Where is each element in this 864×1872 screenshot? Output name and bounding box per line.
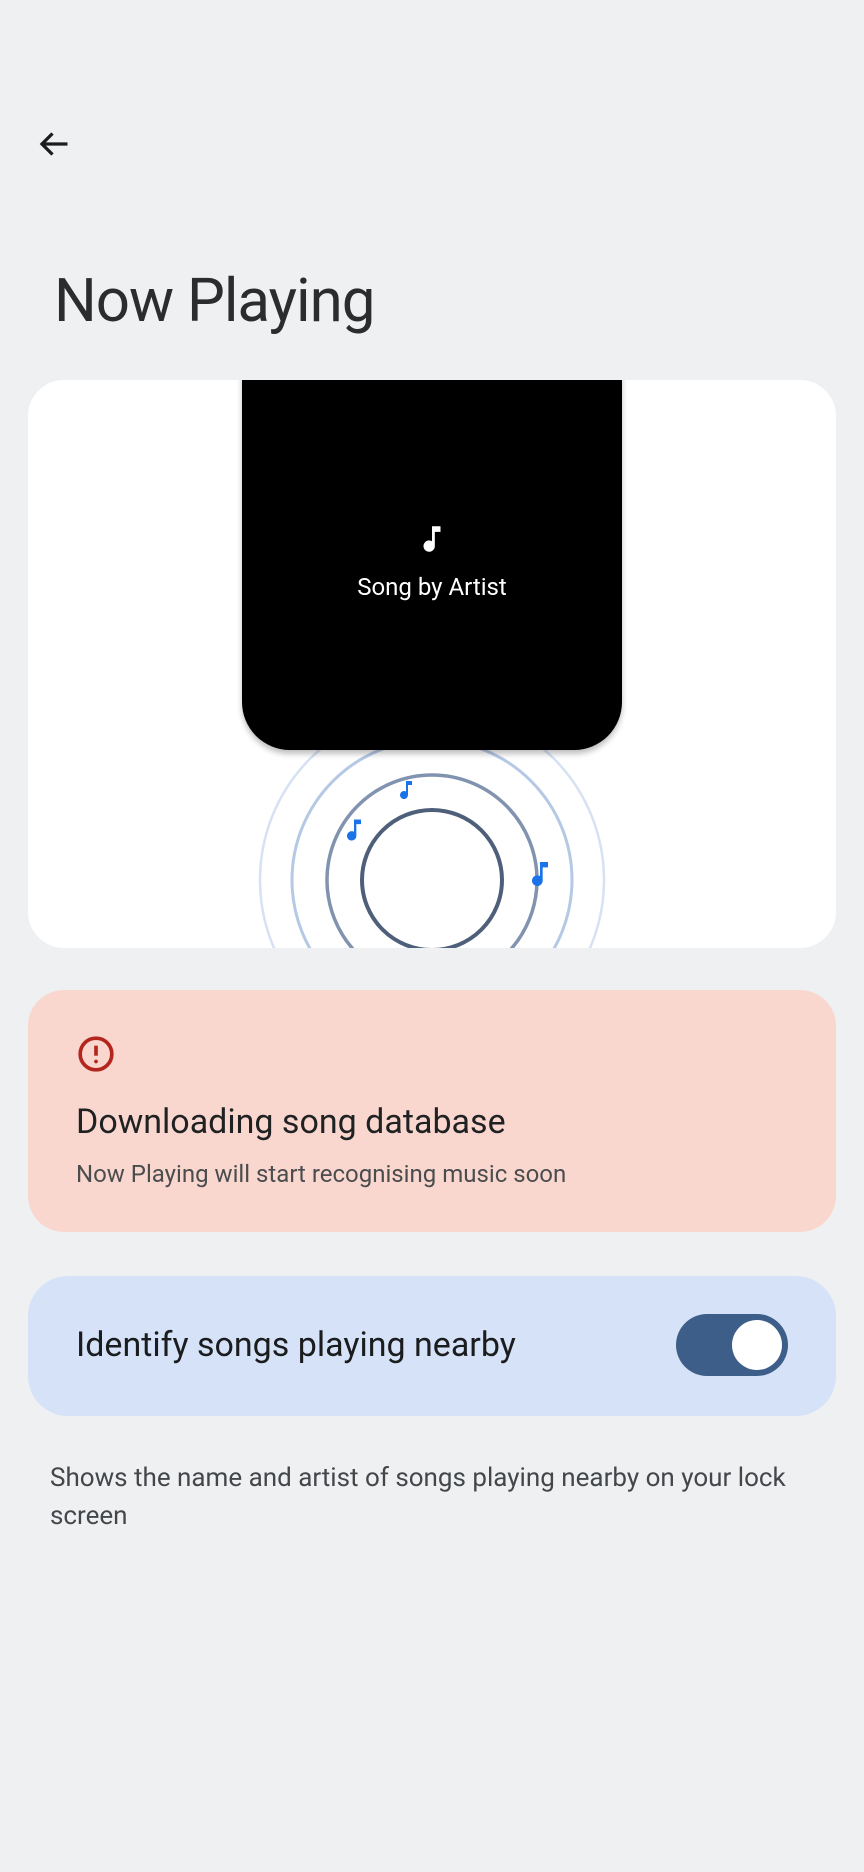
description-text: Shows the name and artist of songs playi… (50, 1460, 814, 1535)
error-icon (76, 1034, 116, 1074)
illustration-card: Song by Artist (28, 380, 836, 948)
toggle-label: Identify songs playing nearby (76, 1326, 516, 1365)
music-note-icon (524, 856, 556, 902)
hero-caption: Song by Artist (357, 573, 507, 601)
alert-title: Downloading song database (76, 1102, 788, 1142)
music-note-icon (340, 814, 368, 855)
back-button[interactable] (30, 120, 78, 168)
status-alert: Downloading song database Now Playing wi… (28, 990, 836, 1232)
toggle-thumb (732, 1320, 782, 1370)
arrow-left-icon (36, 126, 72, 162)
toggle-switch[interactable] (676, 1314, 788, 1376)
phone-illustration: Song by Artist (242, 380, 622, 750)
alert-subtitle: Now Playing will start recognising music… (76, 1158, 788, 1190)
identify-toggle-row[interactable]: Identify songs playing nearby (28, 1276, 836, 1416)
music-note-icon (394, 776, 418, 812)
page-title: Now Playing (54, 265, 864, 336)
music-note-icon (415, 519, 449, 559)
